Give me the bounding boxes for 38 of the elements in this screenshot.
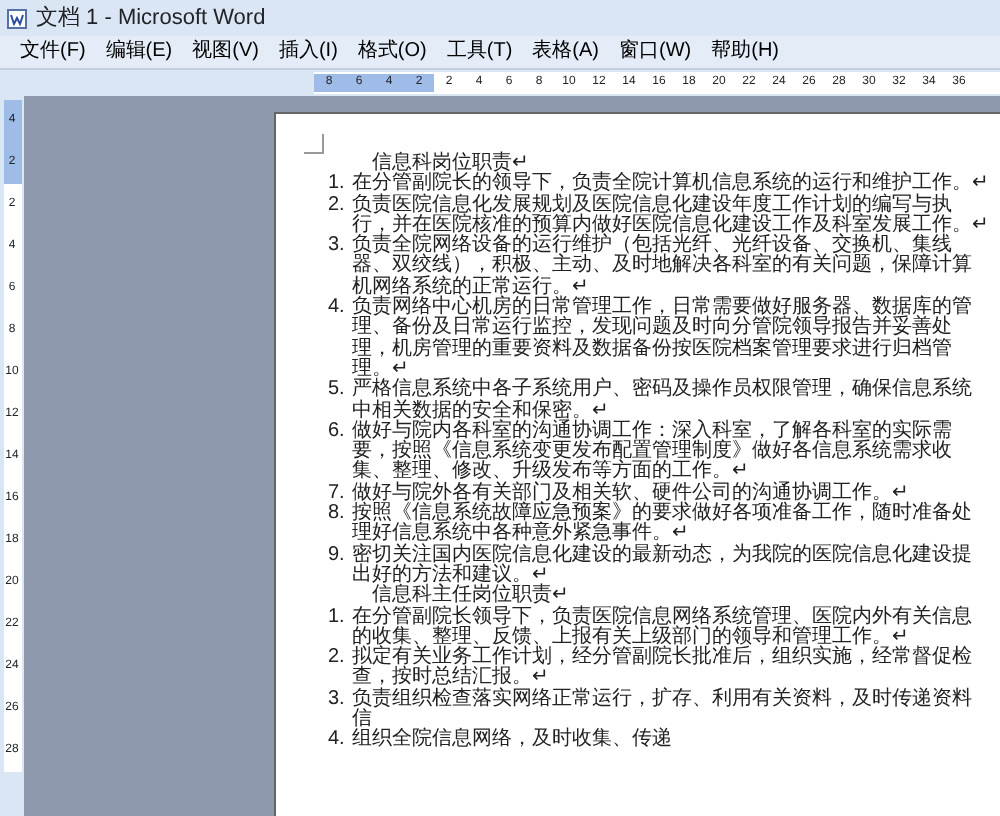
list-item-text: 做好与院外各有关部门及相关软、硬件公司的沟通协调工作。↵ <box>352 483 908 504</box>
list-number: 7. <box>328 483 347 504</box>
list-item-text: 负责网络中心机房的日常管理工作，日常需要做好服务器、数据库的管理、备份及日常运行监控，发现问题及时向分管院领导报告并妥善处理，机房管理的重要资料及数据备份按医院档案管理要求进行归档管理。↵ <box>352 298 974 380</box>
section-heading: 信息科岗位职责↵ <box>372 154 528 174</box>
list-item-text: 密切关注国内医院信息化建设的最新动态，为我院的医院信息化建设提出好的方法和建议。↵ <box>352 545 974 586</box>
menu-item[interactable]: 视图(V) <box>184 38 267 66</box>
menu-item[interactable]: 帮助(H) <box>703 38 787 66</box>
section-heading: 信息科主任岗位职责↵ <box>372 586 568 607</box>
list-number: 8. <box>328 504 347 529</box>
list-item-text: 按照《信息系统故障应急预案》的要求做好各项准备工作，随时准备处理好信息系统中各种意外紧急事件。↵ <box>352 504 974 545</box>
menu-item[interactable]: 编辑(E) <box>97 38 181 66</box>
menu-item[interactable]: 表格(A) <box>524 38 607 66</box>
window-title: 文档 1 - Microsoft Word <box>36 3 266 34</box>
list-item-text: 做好与院内各科室的沟通协调工作：深入科室，了解各科室的实际需要，按照《信息系统变更发布配置管理制度》做好各信息系统需求收集、整理、修改、升级发布等方面的工作。↵ <box>352 421 954 483</box>
list-item-text: 组织全院信息网络，及时收集、传递 <box>352 730 672 752</box>
list-number: 5. <box>328 380 347 405</box>
menu-item[interactable]: 窗口(W) <box>611 38 700 66</box>
list-number: 3. <box>328 236 347 261</box>
list-item-text: 负责全院网络设备的运行维护（包括光纤、光纤设备、交换机、集线器、双绞线），积极、主动、及时地解决各科室的有关问题，保障计算机网络系统的正常运行。↵ <box>352 236 974 298</box>
list-number: 2. <box>328 195 347 220</box>
list-number: 1. <box>328 174 347 196</box>
list-number: 3. <box>328 689 347 714</box>
list-number: 4. <box>328 298 347 323</box>
list-item-text: 负责医院信息化发展规划及医院信息化建设年度工作计划的编写与执行，并在医院核准的预算内做好医院信息化建设工作及科室发展工作。↵ <box>352 195 988 236</box>
list-item-text: 拟定有关业务工作计划，经分管副院长批准后，组织实施，经常督促检查，按时总结汇报。↵ <box>352 648 974 689</box>
list-number: 1. <box>328 607 347 632</box>
menu-item[interactable]: 工具(T) <box>438 38 521 66</box>
list-item-text: 严格信息系统中各子系统用户、密码及操作员权限管理，确保信息系统中相关数据的安全和保密。↵ <box>352 380 974 422</box>
list-item-text: 在分管副院长领导下，负责医院信息网络系统管理、医院内外有关信息的收集、整理、反馈、上报有关上级部门的领导和管理工作。↵ <box>352 607 974 648</box>
list-number: 6. <box>328 421 347 446</box>
list-item-text: 在分管副院长的领导下，负责全院计算机信息系统的运行和维护工作。↵ <box>352 174 988 195</box>
menu-item[interactable]: 格式(O) <box>349 38 435 66</box>
menu-item[interactable]: 文件(F) <box>12 38 94 66</box>
list-number: 9. <box>328 545 347 570</box>
list-number: 4. <box>328 730 347 752</box>
list-number: 2. <box>328 648 347 673</box>
menu-item[interactable]: 插入(I) <box>270 38 346 66</box>
document-icon <box>6 7 28 29</box>
